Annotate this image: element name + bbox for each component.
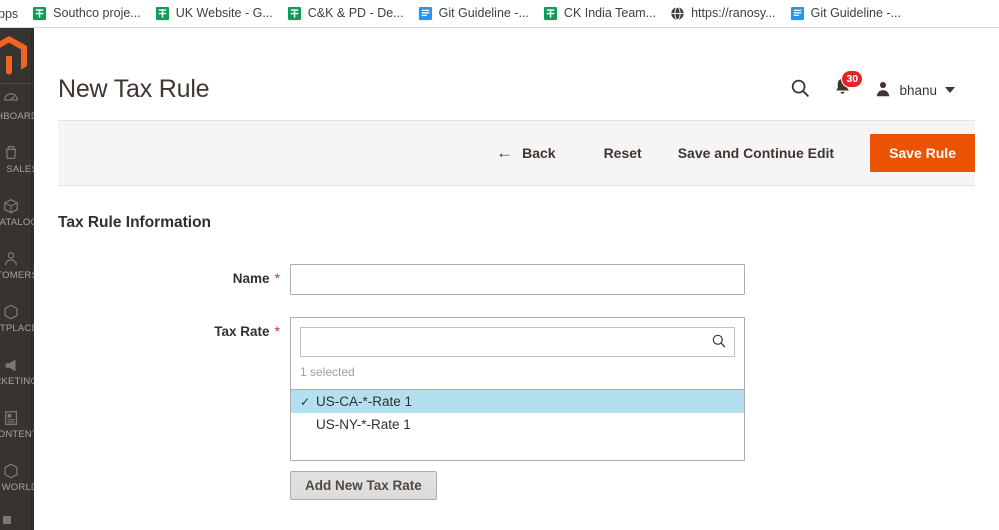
bookmark-item[interactable]: UK Website - G... bbox=[149, 3, 281, 24]
header-actions: 30 bhanu bbox=[789, 77, 975, 104]
tax-rate-multiselect: 1 selected ✓ US-CA-*-Rate 1 ✓ US-NY-*-Ra… bbox=[290, 317, 745, 500]
bookmark-label: UK Website - G... bbox=[176, 7, 273, 20]
globe-icon bbox=[670, 6, 685, 21]
tax-rate-label-col: Tax Rate * bbox=[58, 317, 290, 340]
bookmark-item[interactable]: Git Guideline -... bbox=[784, 3, 909, 24]
docs-icon bbox=[418, 6, 433, 21]
user-avatar-icon bbox=[874, 80, 892, 101]
tax-rate-option-label: US-CA-*-Rate 1 bbox=[316, 394, 412, 409]
sheets-icon bbox=[543, 6, 558, 21]
sidebar-item-label: CARTS MARKETPLACE bbox=[0, 323, 34, 334]
bookmark-item[interactable]: Southco proje... bbox=[26, 3, 149, 24]
tax-rate-option-list[interactable]: ✓ US-CA-*-Rate 1 ✓ US-NY-*-Rate 1 bbox=[290, 389, 745, 461]
name-label: Name bbox=[233, 271, 270, 287]
marketplace-icon bbox=[2, 303, 20, 321]
bookmark-label: Git Guideline -... bbox=[811, 7, 901, 20]
sidebar-item-dashboard[interactable]: DASHBOARD bbox=[0, 84, 34, 137]
chevron-down-icon bbox=[945, 87, 955, 93]
field-row-tax-rate: Tax Rate * 1 selected bbox=[58, 317, 975, 500]
name-input[interactable] bbox=[290, 264, 745, 295]
notifications-button[interactable]: 30 bbox=[833, 77, 852, 103]
save-and-continue-edit-button[interactable]: Save and Continue Edit bbox=[660, 137, 852, 169]
user-name: bhanu bbox=[899, 83, 937, 98]
main-content: New Tax Rule 30 bhanu ← Back bbox=[34, 28, 999, 530]
tax-rate-label: Tax Rate bbox=[214, 324, 269, 340]
catalog-icon bbox=[2, 197, 20, 215]
name-input-col bbox=[290, 264, 745, 295]
bookmark-item[interactable]: C&K & PD - De... bbox=[281, 3, 412, 24]
docs-icon bbox=[790, 6, 805, 21]
sidebar-item-marketing[interactable]: MARKETING bbox=[0, 349, 34, 402]
sidebar-item-label: DASHBOARD bbox=[0, 111, 34, 122]
content-icon bbox=[2, 409, 20, 427]
page-actions-toolbar: ← Back Reset Save and Continue Edit Save… bbox=[58, 120, 975, 186]
save-rule-button[interactable]: Save Rule bbox=[870, 134, 975, 172]
tax-rate-option[interactable]: ✓ US-NY-*-Rate 1 bbox=[291, 413, 744, 436]
sidebar-item-extra[interactable] bbox=[0, 508, 34, 530]
sidebar-item-label: WEBKUL WORLD bbox=[0, 482, 34, 493]
field-row-name: Name * bbox=[58, 264, 975, 295]
tax-rate-option[interactable]: ✓ US-CA-*-Rate 1 bbox=[291, 390, 744, 413]
sidebar-item-label: MARKETING bbox=[0, 376, 34, 387]
back-button-label: Back bbox=[522, 145, 555, 161]
sheets-icon bbox=[155, 6, 170, 21]
tax-rate-input-col: 1 selected ✓ US-CA-*-Rate 1 ✓ US-NY-*-Ra… bbox=[290, 317, 745, 500]
sidebar-item-carts-marketplace[interactable]: CARTS MARKETPLACE bbox=[0, 296, 34, 349]
bookmark-label: Git Guideline -... bbox=[439, 7, 529, 20]
sidebar-item-customers[interactable]: CUSTOMERS bbox=[0, 243, 34, 296]
notification-count-badge: 30 bbox=[841, 70, 863, 88]
sidebar-item-content[interactable]: CONTENT bbox=[0, 402, 34, 455]
sidebar-item-label: CUSTOMERS bbox=[0, 270, 34, 281]
sidebar-item-label: SALES bbox=[0, 164, 34, 175]
user-menu[interactable]: bhanu bbox=[874, 80, 955, 101]
bookmark-item[interactable]: CK India Team... bbox=[537, 3, 664, 24]
selected-count-label: 1 selected bbox=[290, 357, 745, 389]
bookmark-label: https://ranosy... bbox=[691, 7, 776, 20]
reset-button[interactable]: Reset bbox=[586, 137, 660, 169]
page-header: New Tax Rule 30 bhanu bbox=[34, 28, 999, 120]
browser-bookmark-bar: pps Southco proje... UK Website - G... C… bbox=[0, 0, 999, 28]
bookmark-item[interactable]: https://ranosy... bbox=[664, 3, 784, 24]
page-title: New Tax Rule bbox=[58, 75, 789, 104]
multiselect-search-box bbox=[290, 317, 745, 357]
admin-sidebar: DASHBOARD SALES CATALOG CUSTOMERS CARTS … bbox=[0, 28, 34, 530]
tax-rate-option-label: US-NY-*-Rate 1 bbox=[316, 417, 411, 432]
required-marker: * bbox=[275, 271, 280, 285]
required-marker: * bbox=[275, 324, 280, 338]
magento-logo-icon[interactable] bbox=[0, 28, 34, 84]
bookmark-label: Southco proje... bbox=[53, 7, 141, 20]
section-title: Tax Rule Information bbox=[58, 214, 975, 232]
add-new-tax-rate-button[interactable]: Add New Tax Rate bbox=[290, 471, 437, 500]
bookmark-item[interactable]: Git Guideline -... bbox=[412, 3, 537, 24]
tax-rate-search-input[interactable] bbox=[300, 327, 735, 357]
name-label-col: Name * bbox=[58, 264, 290, 287]
page-actions-wrapper: ← Back Reset Save and Continue Edit Save… bbox=[34, 120, 999, 186]
sidebar-item-label: CONTENT bbox=[0, 429, 34, 440]
bookmark-label: C&K & PD - De... bbox=[308, 7, 404, 20]
back-button[interactable]: ← Back bbox=[478, 137, 573, 170]
sheets-icon bbox=[32, 6, 47, 21]
arrow-left-icon: ← bbox=[496, 144, 513, 161]
marketing-icon bbox=[2, 356, 20, 374]
sheets-icon bbox=[287, 6, 302, 21]
dashboard-icon bbox=[2, 91, 20, 109]
search-icon[interactable] bbox=[789, 77, 811, 104]
bookmark-label: CK India Team... bbox=[564, 7, 656, 20]
webkul-icon bbox=[2, 462, 20, 480]
sidebar-item-webkul-world[interactable]: WEBKUL WORLD bbox=[0, 455, 34, 508]
sidebar-item-label: CATALOG bbox=[0, 217, 34, 228]
sidebar-item-sales[interactable]: SALES bbox=[0, 137, 34, 190]
square-icon bbox=[2, 515, 20, 530]
customers-icon bbox=[2, 250, 20, 268]
bookmark-apps-label[interactable]: pps bbox=[0, 7, 26, 21]
sales-icon bbox=[2, 144, 20, 162]
check-icon: ✓ bbox=[300, 396, 311, 408]
sidebar-item-catalog[interactable]: CATALOG bbox=[0, 190, 34, 243]
form-area: Tax Rule Information Name * Tax Rate * bbox=[34, 186, 999, 500]
